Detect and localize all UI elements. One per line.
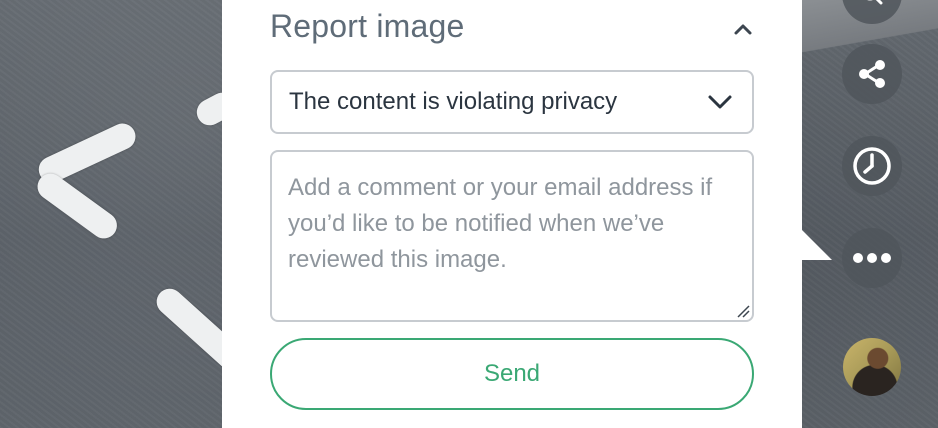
chevron-up-icon	[734, 24, 752, 35]
panel-title: Report image	[270, 8, 465, 44]
share-button[interactable]	[842, 44, 902, 104]
chevron-down-icon	[706, 90, 734, 114]
collapse-button[interactable]	[728, 14, 758, 44]
history-button[interactable]	[842, 136, 902, 196]
comment-field-wrapper	[270, 150, 754, 322]
send-button[interactable]: Send	[270, 338, 754, 410]
comment-field[interactable]	[272, 152, 752, 320]
report-reason-value: The content is violating privacy	[289, 88, 618, 115]
more-options-button[interactable]	[842, 228, 902, 288]
clock-icon	[853, 147, 891, 185]
avatar[interactable]	[843, 338, 901, 396]
resize-grip-icon[interactable]	[736, 304, 750, 318]
report-reason-select[interactable]: The content is violating privacy	[270, 70, 754, 134]
more-icon	[853, 253, 891, 263]
share-icon	[859, 60, 885, 88]
search-icon	[867, 0, 883, 5]
